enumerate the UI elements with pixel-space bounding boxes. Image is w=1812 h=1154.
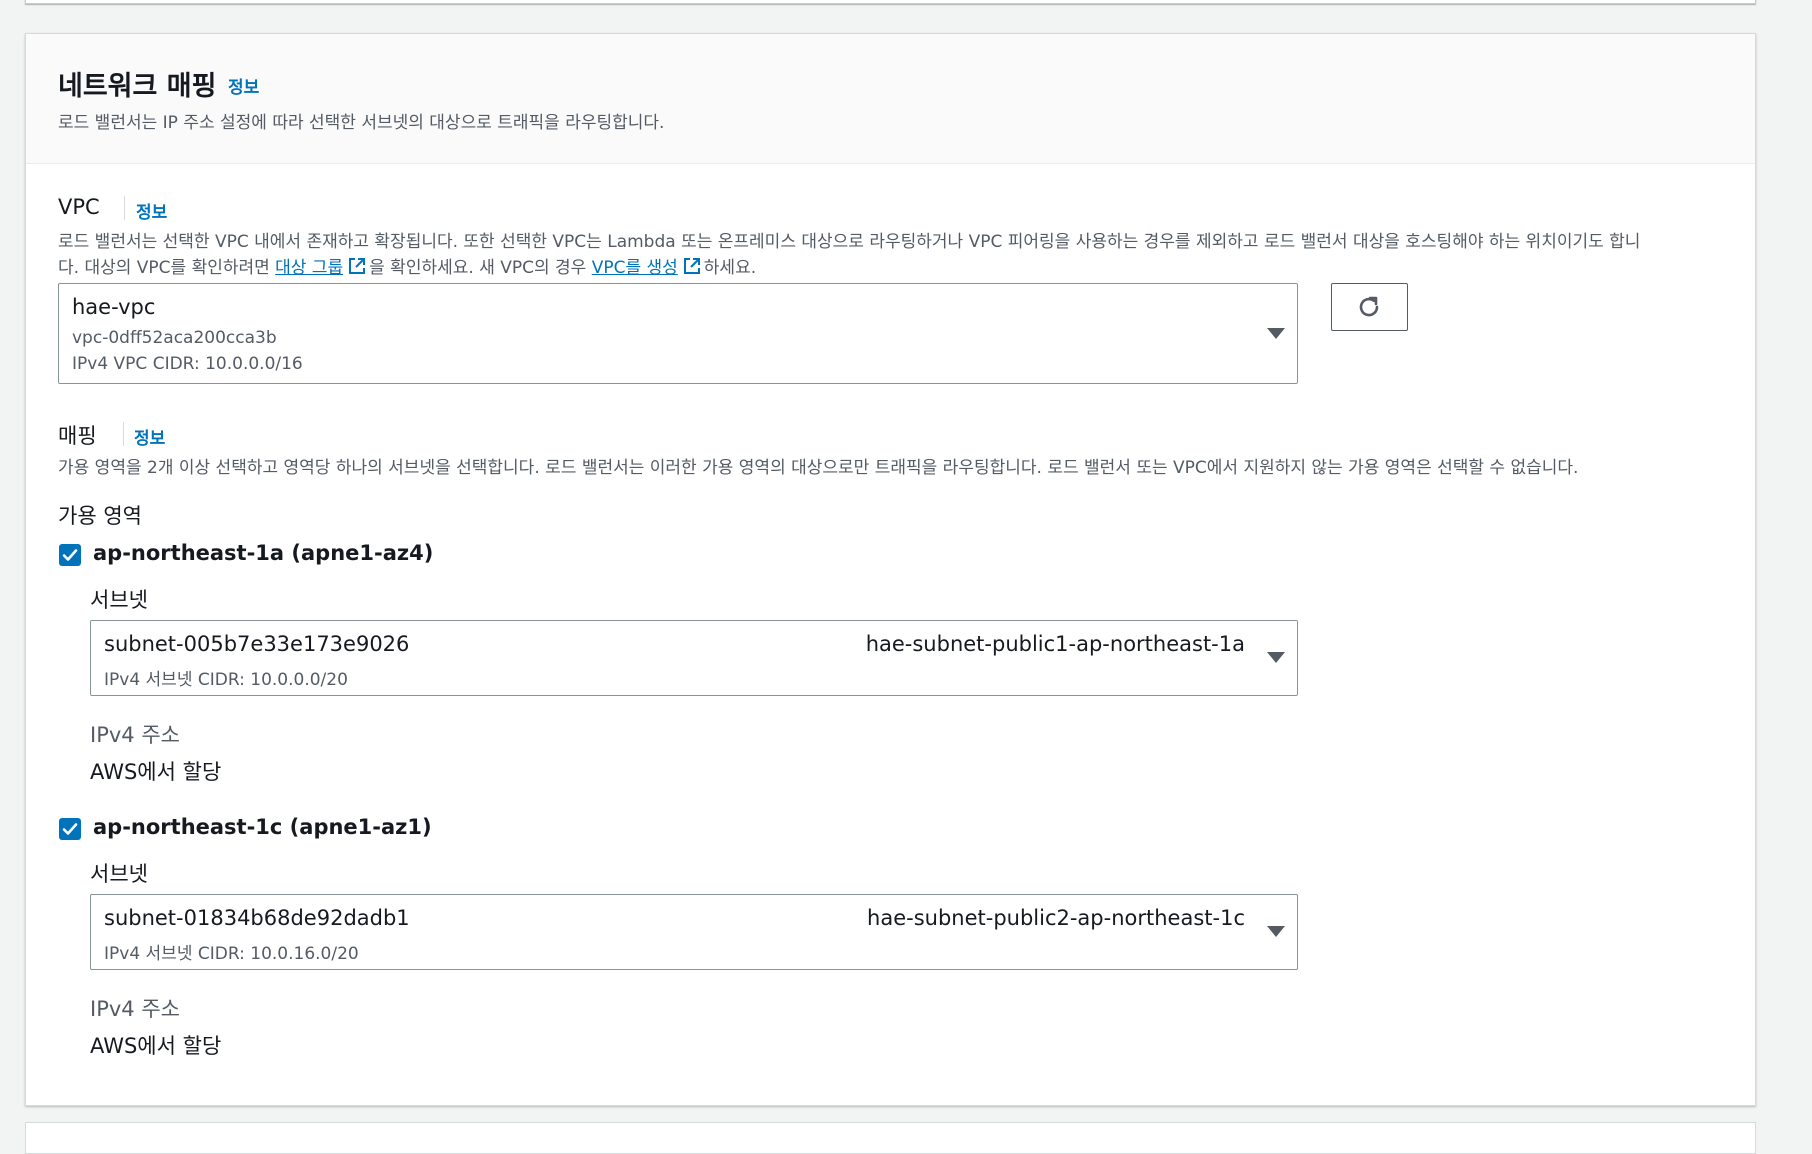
- vpc-desc-mid: 을 확인하세요. 새 VPC의 경우: [369, 258, 592, 278]
- mapping-description: 가용 영역을 2개 이상 선택하고 영역당 하나의 서브넷을 선택합니다. 로드…: [58, 458, 1579, 478]
- zone-1a-subnet-label: 서브넷: [90, 588, 148, 612]
- refresh-icon: [1359, 296, 1379, 317]
- external-link-icon: [349, 258, 366, 274]
- vpc-select[interactable]: hae-vpc vpc-0dff52aca200cca3b IPv4 VPC C…: [58, 283, 1298, 384]
- zone-1c-subnet-id: subnet-01834b68de92dadb1: [104, 906, 410, 930]
- vpc-selected-id: vpc-0dff52aca200cca3b: [72, 328, 277, 348]
- caret-down-icon: [1267, 926, 1285, 937]
- caret-down-icon: [1267, 652, 1285, 663]
- zone-1a-subnet-cidr: IPv4 서브넷 CIDR: 10.0.0.0/20: [104, 670, 348, 690]
- vpc-info-link[interactable]: 정보: [136, 198, 167, 223]
- section-info-link[interactable]: 정보: [228, 73, 259, 98]
- mapping-info-link[interactable]: 정보: [134, 424, 165, 449]
- refresh-button[interactable]: [1331, 283, 1408, 331]
- caret-down-icon: [1267, 328, 1285, 339]
- zone-1c-subnet-label: 서브넷: [90, 862, 148, 886]
- vpc-selected-cidr: IPv4 VPC CIDR: 10.0.0.0/16: [72, 354, 303, 374]
- zone-1c-ipv4-label: IPv4 주소: [90, 997, 180, 1021]
- section-description: 로드 밸런서는 IP 주소 설정에 따라 선택한 서브넷의 대상으로 트래픽을 …: [58, 113, 665, 133]
- availability-zone-heading: 가용 영역: [58, 504, 142, 528]
- container-header: 네트워크 매핑 정보 로드 밸런서는 IP 주소 설정에 따라 선택한 서브넷의…: [26, 34, 1755, 164]
- target-group-link-label[interactable]: 대상 그룹: [275, 258, 343, 278]
- mapping-label: 매핑: [58, 424, 97, 448]
- zone-1c-subnet-select[interactable]: subnet-01834b68de92dadb1 hae-subnet-publ…: [90, 894, 1298, 970]
- zone-1c-subnet-cidr: IPv4 서브넷 CIDR: 10.0.16.0/20: [104, 944, 359, 964]
- vpc-selected-name: hae-vpc: [72, 295, 156, 319]
- checkmark-icon: [62, 823, 78, 835]
- vpc-label: VPC: [58, 195, 100, 219]
- zone-1c-label[interactable]: ap-northeast-1c (apne1-az1): [93, 815, 432, 839]
- zone-1a-subnet-select[interactable]: subnet-005b7e33e173e9026 hae-subnet-publ…: [90, 620, 1298, 696]
- target-group-link[interactable]: 대상 그룹: [275, 258, 369, 278]
- zone-1a-subnet-id: subnet-005b7e33e173e9026: [104, 632, 410, 656]
- zone-1a-checkbox[interactable]: [59, 544, 81, 566]
- zone-1a-label[interactable]: ap-northeast-1a (apne1-az4): [93, 541, 433, 565]
- zone-1c-ipv4-value: AWS에서 할당: [90, 1034, 222, 1058]
- create-vpc-link[interactable]: VPC를 생성: [592, 258, 704, 278]
- vpc-desc-pre: 다. 대상의 VPC를 확인하려면: [58, 258, 276, 278]
- mapping-label-divider: [123, 422, 124, 446]
- zone-1a-ipv4-label: IPv4 주소: [90, 723, 180, 747]
- zone-1a-subnet-name: hae-subnet-public1-ap-northeast-1a: [865, 632, 1245, 656]
- zone-1c-subnet-name: hae-subnet-public2-ap-northeast-1c: [867, 906, 1245, 930]
- next-section-card: [25, 1122, 1756, 1154]
- zone-1c-checkbox[interactable]: [59, 818, 81, 840]
- vpc-label-divider: [124, 196, 125, 220]
- zone-1a-ipv4-value: AWS에서 할당: [90, 760, 222, 784]
- create-vpc-link-label[interactable]: VPC를 생성: [592, 258, 678, 278]
- vpc-description-line1: 로드 밸런서는 선택한 VPC 내에서 존재하고 확장됩니다. 또한 선택한 V…: [58, 232, 1641, 252]
- vpc-desc-post: 하세요.: [703, 258, 757, 278]
- previous-section-card: [25, 0, 1756, 4]
- network-mapping-container: 네트워크 매핑 정보 로드 밸런서는 IP 주소 설정에 따라 선택한 서브넷의…: [25, 33, 1756, 1106]
- external-link-icon: [683, 258, 700, 274]
- checkmark-icon: [62, 549, 78, 561]
- section-title: 네트워크 매핑: [58, 71, 217, 102]
- vpc-description-line2: 다. 대상의 VPC를 확인하려면 대상 그룹 을 확인하세요. 새 VPC의 경…: [58, 253, 756, 278]
